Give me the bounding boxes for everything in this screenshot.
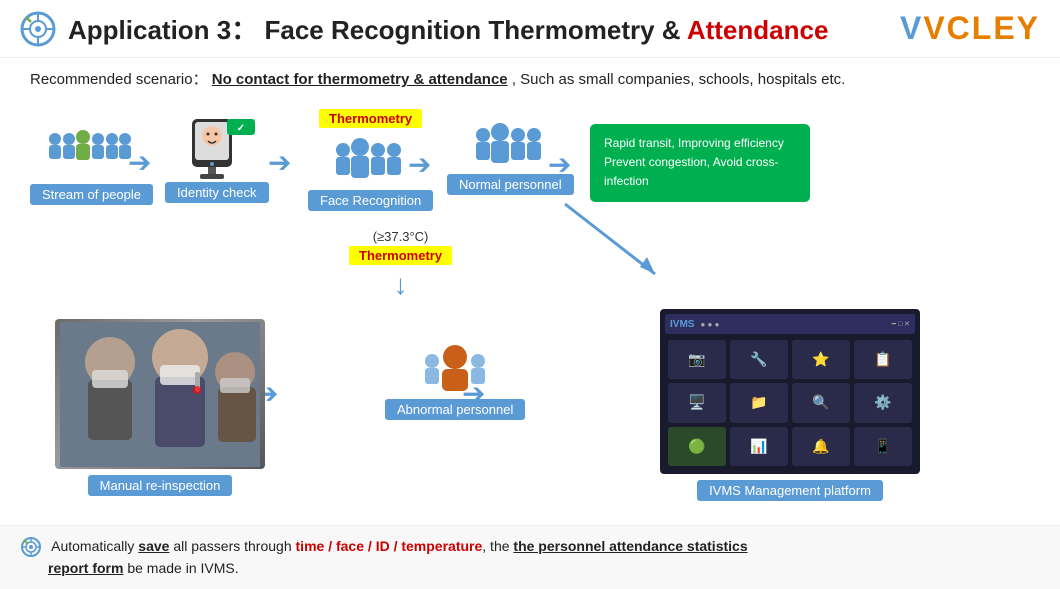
identity-device-icon: ✓ (172, 114, 262, 182)
face-text: face (336, 538, 364, 554)
logo-text: VCLEY (923, 10, 1040, 46)
arrow-right-2: ➔ (462, 377, 485, 410)
stats-text: the personnel attendance statistics (513, 538, 747, 554)
bottom-comma: , the (482, 538, 513, 554)
ivms-platform: IVMS ● ● ● ━ □ ✕ 📷 🔧 ⭐ 📋 🖥️ 📁 🔍 ⚙️ 🟢 📊 🔔… (660, 309, 920, 501)
ivms-header-bar: IVMS ● ● ● ━ □ ✕ (665, 314, 915, 334)
people-stream-icon (47, 119, 137, 184)
down-arrow-area: (≥37.3°C) Thermometry ↓ (349, 229, 452, 301)
time-text: time (296, 538, 325, 554)
abnormal-label: Abnormal personnel (385, 399, 525, 420)
temperature-text: temperature (401, 538, 482, 554)
arrow-2: ➔ (268, 149, 291, 177)
green-box-line2: Prevent congestion, Avoid cross-infectio… (604, 153, 796, 191)
svg-text:✓: ✓ (237, 123, 245, 134)
photo-placeholder (55, 319, 265, 469)
arrow-right-icon-5: ➔ (462, 377, 485, 410)
manual-inspection: Manual re-inspection (55, 319, 265, 496)
stream-label: Stream of people (30, 184, 153, 205)
app-title: Application 3： Face Recognition Thermome… (68, 10, 828, 47)
arrow-3: ➔ (408, 151, 431, 179)
thermometry-badge-1: Thermometry (319, 109, 422, 128)
down-arrow-icon: ↓ (394, 269, 408, 301)
ivms-icon-1: 📷 (668, 340, 726, 379)
face-recognition-label: Face Recognition (308, 190, 433, 211)
arrow-right-icon-4: ➔ (548, 151, 571, 179)
bottom-prefix: Automatically (51, 538, 138, 554)
ivms-icon-5: 🖥️ (668, 383, 726, 422)
arrow-1: ➔ (128, 149, 151, 177)
arrow-4: ➔ (548, 151, 571, 179)
id-text: ID (376, 538, 390, 554)
arrow-right-icon-2: ➔ (268, 149, 291, 177)
report-text: report form (48, 560, 123, 576)
ivms-icon-6: 📁 (730, 383, 788, 422)
diagram-area: Stream of people ➔ ✓ Identity check (0, 99, 1060, 529)
ivms-icon-12: 📱 (854, 427, 912, 466)
ivms-icon-10: 📊 (730, 427, 788, 466)
bottom-middle: all passers through (169, 538, 295, 554)
temp-label: (≥37.3°C) (373, 229, 429, 244)
scenario-bar: Recommended scenario： No contact for the… (0, 58, 1060, 99)
ivms-icon-2: 🔧 (730, 340, 788, 379)
page-header: Application 3： Face Recognition Thermome… (0, 0, 1060, 58)
manual-label: Manual re-inspection (88, 475, 233, 496)
photo-svg (60, 322, 260, 467)
ivms-icon-7: 🔍 (792, 383, 850, 422)
scenario-rest: , Such as small companies, schools, hosp… (512, 71, 846, 88)
ivms-icon-11: 🔔 (792, 427, 850, 466)
normal-people-icon (468, 119, 553, 174)
green-box-line1: Rapid transit, Improving efficiency (604, 134, 796, 153)
ivms-icon-3: ⭐ (792, 340, 850, 379)
green-result-box: Rapid transit, Improving efficiency Prev… (590, 124, 810, 202)
thermometry-badge-2: Thermometry (349, 246, 452, 265)
ivms-icon-8: ⚙️ (854, 383, 912, 422)
bottom-description: Automatically save all passers through t… (0, 525, 1060, 589)
diagonal-arrow-icon (545, 199, 675, 289)
ivms-label: IVMS Management platform (697, 480, 883, 501)
diagonal-arrow (545, 199, 675, 294)
scenario-label: Recommended scenario： (30, 71, 208, 88)
identity-check: ✓ Identity check (165, 114, 269, 203)
ivms-icon-9: 🟢 (668, 427, 726, 466)
bottom-suffix: be made in IVMS. (123, 560, 238, 576)
abnormal-personnel: Abnormal personnel (385, 339, 525, 420)
title-text: Face Recognition Thermometry & (264, 15, 686, 45)
scenario-underline: No contact for thermometry & attendance (212, 71, 508, 88)
identity-label: Identity check (165, 182, 269, 203)
highlight-text: Attendance (687, 15, 829, 45)
company-logo: VVCLEY (900, 10, 1040, 47)
app-label: Application 3： (68, 15, 257, 45)
ivms-icon-4: 📋 (854, 340, 912, 379)
bottom-target-icon (20, 536, 42, 558)
face-recog-people-icon (328, 132, 413, 190)
ivms-icon-grid: 📷 🔧 ⭐ 📋 🖥️ 📁 🔍 ⚙️ 🟢 📊 🔔 📱 (665, 337, 915, 469)
arrow-right-icon-3: ➔ (408, 151, 431, 179)
ivms-screen: IVMS ● ● ● ━ □ ✕ 📷 🔧 ⭐ 📋 🖥️ 📁 🔍 ⚙️ 🟢 📊 🔔… (660, 309, 920, 474)
save-text: save (138, 538, 169, 554)
app-icon (20, 11, 56, 47)
arrow-right-icon: ➔ (128, 149, 151, 177)
